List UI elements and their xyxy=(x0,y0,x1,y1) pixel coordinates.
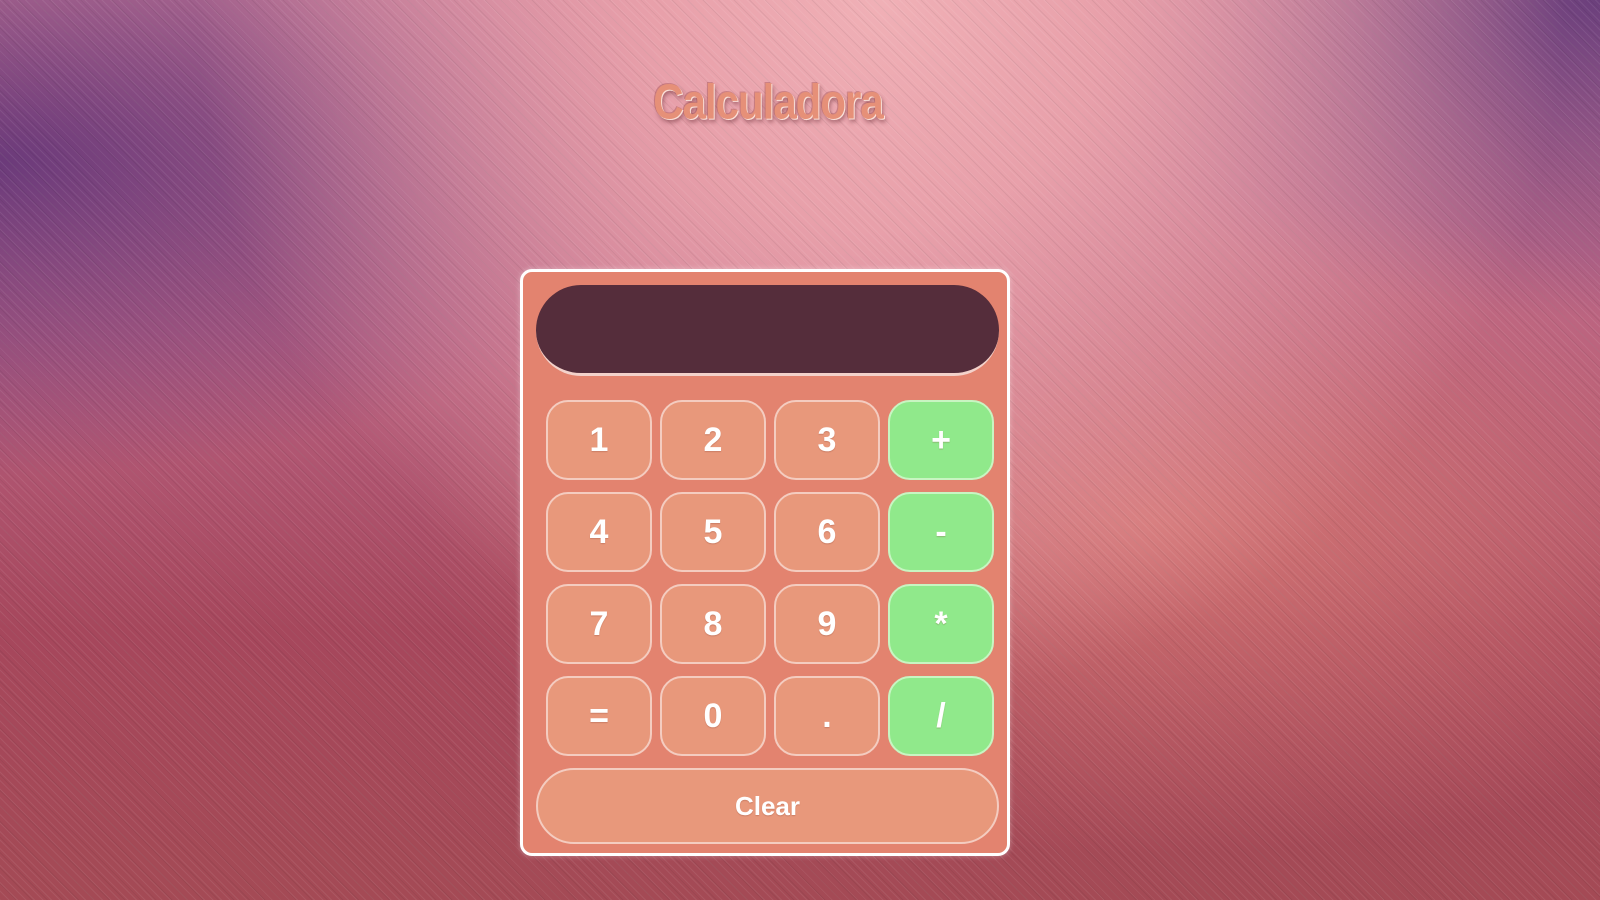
clear-button[interactable]: Clear xyxy=(536,768,999,844)
key-decimal[interactable]: . xyxy=(774,676,880,756)
key-1[interactable]: 1 xyxy=(546,400,652,480)
calculator-display[interactable] xyxy=(536,285,999,376)
key-5[interactable]: 5 xyxy=(660,492,766,572)
key-8[interactable]: 8 xyxy=(660,584,766,664)
key-0[interactable]: 0 xyxy=(660,676,766,756)
key-multiply[interactable]: * xyxy=(888,584,994,664)
key-6[interactable]: 6 xyxy=(774,492,880,572)
key-3[interactable]: 3 xyxy=(774,400,880,480)
key-minus[interactable]: - xyxy=(888,492,994,572)
page-title: Calculadora xyxy=(653,73,883,130)
keypad: 1 2 3 + 4 5 6 - 7 8 9 * = 0 . / xyxy=(546,400,994,756)
key-9[interactable]: 9 xyxy=(774,584,880,664)
key-2[interactable]: 2 xyxy=(660,400,766,480)
key-equals[interactable]: = xyxy=(546,676,652,756)
key-divide[interactable]: / xyxy=(888,676,994,756)
key-4[interactable]: 4 xyxy=(546,492,652,572)
key-7[interactable]: 7 xyxy=(546,584,652,664)
key-plus[interactable]: + xyxy=(888,400,994,480)
calculator-panel: 1 2 3 + 4 5 6 - 7 8 9 * = 0 . / Clear xyxy=(520,269,1010,856)
